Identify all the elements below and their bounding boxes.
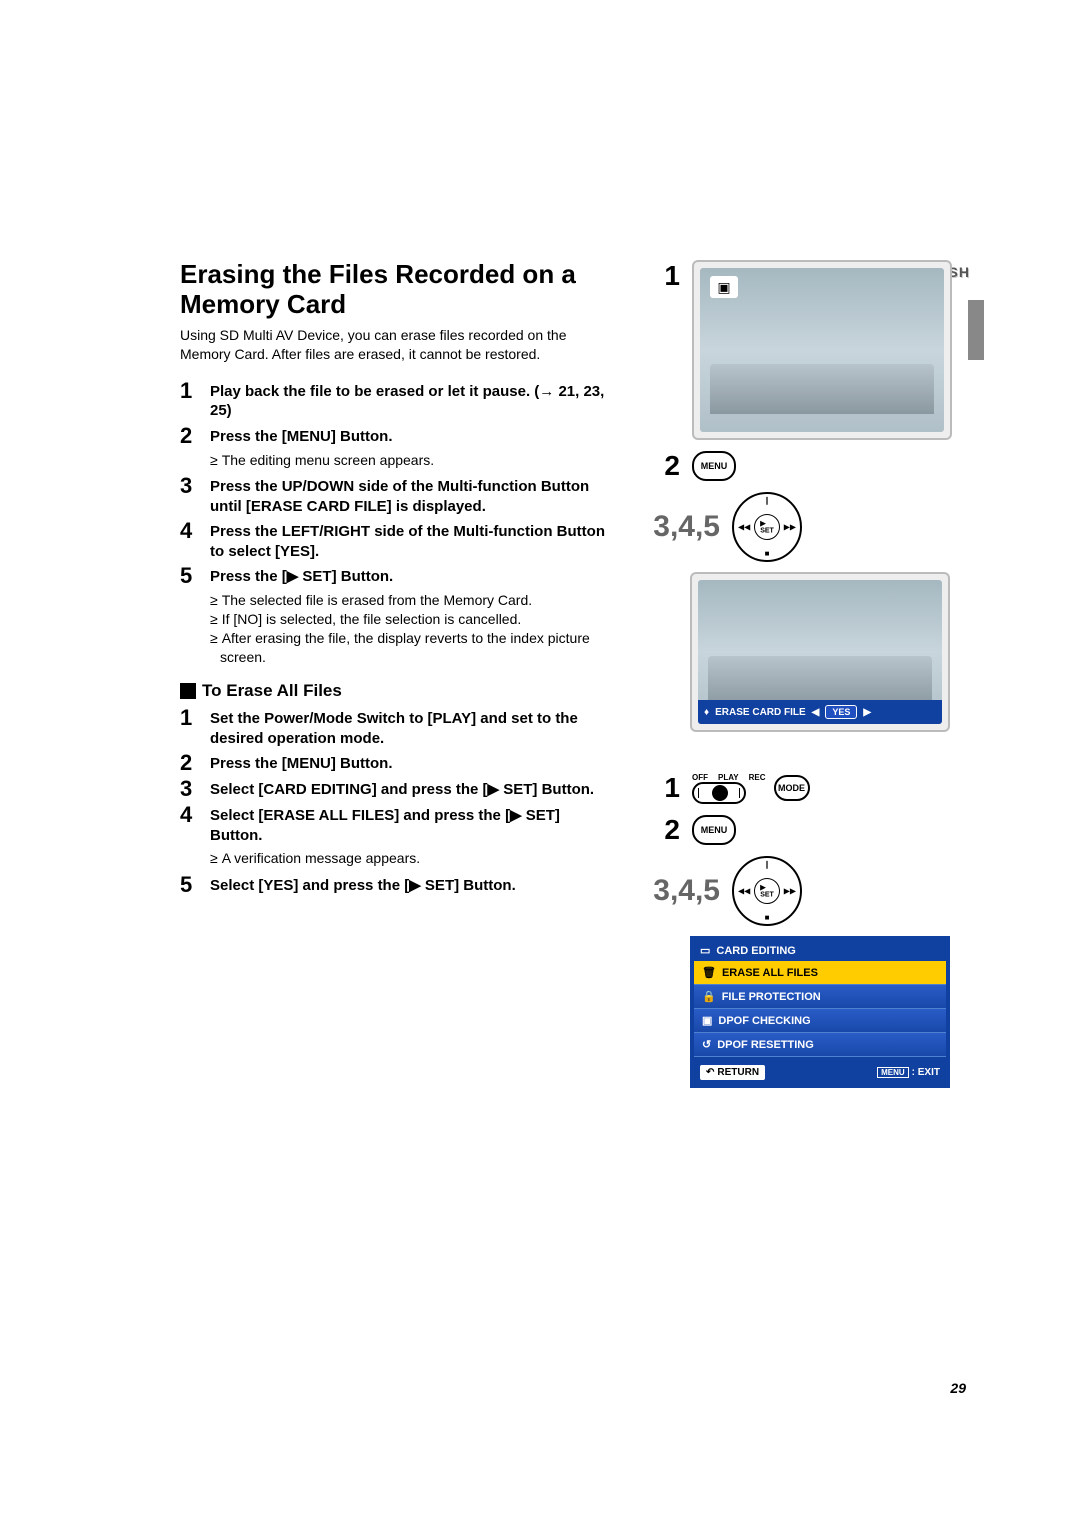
step-text: Play back the file to be erased or let i… [210,380,610,421]
lcd-screen-illustration: ♦ ERASE CARD FILE ◀ YES ▶ [690,572,950,732]
step-number: 2 [180,752,200,774]
menu-key-label: MENU [877,1067,909,1078]
step-text: Select [ERASE ALL FILES] and press the [… [210,804,610,845]
menu-item: ▣ DPOF CHECKING [694,1009,946,1033]
step-number: 1 [180,380,200,421]
step-note: After erasing the file, the display reve… [210,629,610,667]
section-subhead: To Erase All Files [202,681,342,701]
dpof-icon: ▣ [702,1014,712,1027]
step-note: If [NO] is selected, the file selection … [210,610,610,629]
menu-header-label: CARD EDITING [716,945,795,957]
dpof-reset-icon: ↺ [702,1038,711,1051]
menu-button: MENU [692,815,736,845]
step-text: Select [CARD EDITING] and press the [▶ S… [210,778,594,800]
exit-label: : EXIT [912,1067,940,1078]
power-mode-switch: OFF PLAY REC MODE [692,773,810,804]
updown-arrow-icon: ♦ [704,707,709,718]
menu-item-label: DPOF RESETTING [717,1039,814,1051]
step-number: 5 [180,565,200,587]
dpad-illustration: ∥■◀◀▶▶ ▶SET [732,492,802,562]
yes-option: YES [825,705,857,719]
erase-label: ERASE CARD FILE [715,707,806,718]
lock-icon: 🔒 [702,990,716,1003]
dpad-illustration: ∥■◀◀▶▶ ▶SET [732,856,802,926]
step-number: 4 [180,520,200,561]
step-text: Press the [MENU] Button. [210,425,393,447]
card-editing-menu: ▭ CARD EDITING 🗑 ERASE ALL FILES 🔒 FILE … [690,936,950,1088]
right-arrow-icon: ▶ [863,707,871,718]
step-text: Set the Power/Mode Switch to [PLAY] and … [210,707,610,748]
square-bullet-icon [180,683,196,699]
page-title: Erasing the Files Recorded on a Memory C… [180,260,610,320]
menu-button: MENU [692,451,736,481]
menu-item: 🗑 ERASE ALL FILES [694,961,946,985]
return-button: ↶ RETURN [700,1065,765,1080]
camera-icon: ▣ [710,276,738,298]
menu-item: 🔒 FILE PROTECTION [694,985,946,1009]
menu-item-label: ERASE ALL FILES [722,967,818,979]
erase-menu-strip: ♦ ERASE CARD FILE ◀ YES ▶ [698,700,942,724]
step-text: Press the LEFT/RIGHT side of the Multi-f… [210,520,610,561]
step-number: 3 [180,475,200,516]
callout-number: 2 [640,814,680,846]
trash-icon: 🗑 [702,966,716,979]
callout-number: 1 [640,772,680,804]
step-note: A verification message appears. [210,849,610,868]
off-label: OFF [692,773,708,782]
set-label: ▶SET [760,884,774,899]
left-arrow-icon: ◀ [812,707,820,718]
callout-number: 1 [640,260,680,292]
step-text: Press the [▶ SET] Button. [210,565,393,587]
play-label: PLAY [718,773,739,782]
menu-item: ↺ DPOF RESETTING [694,1033,946,1057]
menu-item-label: FILE PROTECTION [722,991,821,1003]
menu-item-label: DPOF CHECKING [718,1015,810,1027]
step-number: 3 [180,778,200,800]
callout-number: 2 [640,450,680,482]
callout-number: 3,4,5 [640,510,720,544]
page-number: 29 [950,1380,966,1396]
step-number: 5 [180,874,200,896]
return-arrow-icon: ↶ [706,1067,714,1078]
step-number: 2 [180,425,200,447]
lcd-screen-illustration: ▣ [692,260,952,440]
intro-text: Using SD Multi AV Device, you can erase … [180,326,610,364]
step-text: Press the UP/DOWN side of the Multi-func… [210,475,610,516]
set-label: ▶SET [760,520,774,535]
menu-exit-hint: MENU : EXIT [877,1067,940,1078]
step-text: Press the [MENU] Button. [210,752,393,774]
step-number: 4 [180,804,200,845]
callout-number: 3,4,5 [640,874,720,908]
rec-label: REC [749,773,766,782]
step-number: 1 [180,707,200,748]
step-text: Select [YES] and press the [▶ SET] Butto… [210,874,516,896]
page-tab [968,300,984,360]
step-note: The selected file is erased from the Mem… [210,591,610,610]
step-note: The editing menu screen appears. [210,451,610,470]
return-label: RETURN [717,1067,759,1078]
mode-button: MODE [774,775,810,801]
card-icon: ▭ [700,944,710,957]
